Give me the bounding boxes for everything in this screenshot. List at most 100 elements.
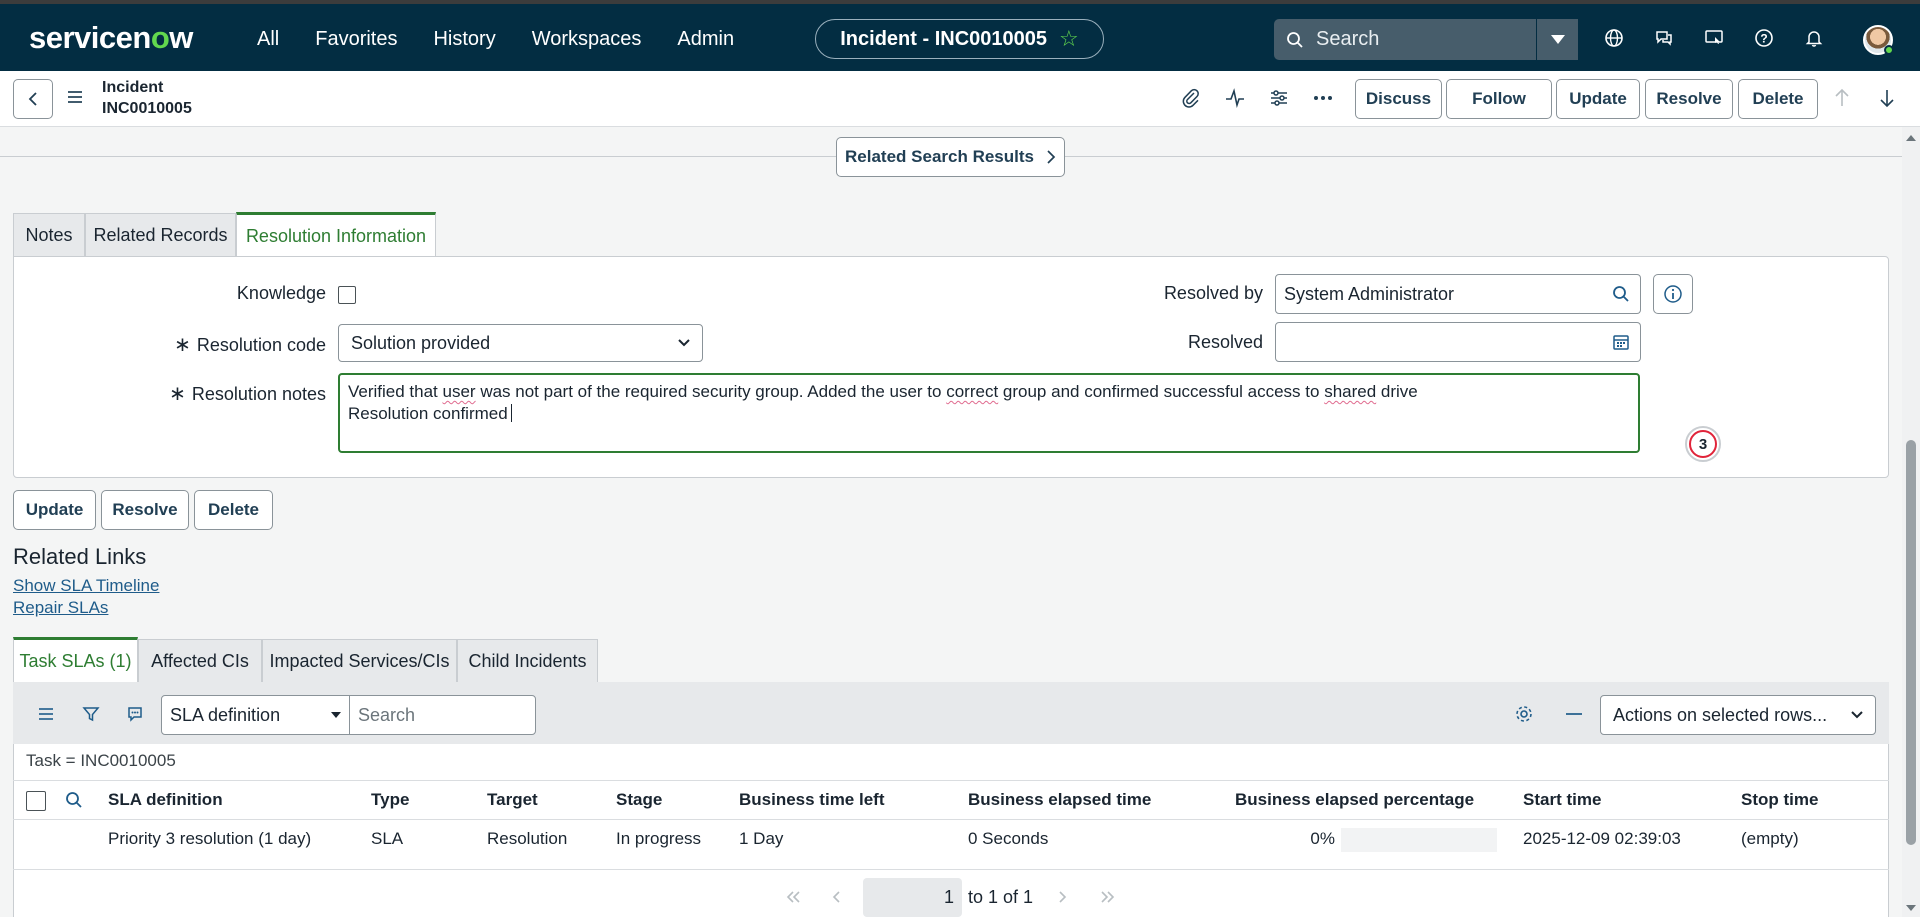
column-header-stage[interactable]: Stage (616, 790, 662, 810)
tab-resolution-information[interactable]: Resolution Information (236, 212, 436, 257)
nav-admin[interactable]: Admin (677, 28, 734, 51)
resolved-by-lookup-button[interactable] (1601, 274, 1641, 314)
column-header-sla-definition[interactable]: SLA definition (108, 790, 223, 810)
screen-share-icon[interactable] (1703, 27, 1725, 49)
column-search-icon[interactable] (65, 791, 83, 814)
table-cell-start-time: 2025-12-09 02:39:03 (1523, 829, 1681, 848)
update-button[interactable]: Update (13, 490, 96, 530)
resolved-calendar-button[interactable] (1601, 322, 1641, 362)
more-options-icon[interactable] (1312, 87, 1334, 109)
notes-misspelled-word: correct (946, 382, 999, 401)
collapse-list-icon[interactable] (1563, 703, 1585, 725)
text-cursor (510, 404, 512, 422)
back-button[interactable] (13, 79, 53, 119)
list-menu-icon[interactable] (35, 703, 57, 725)
actions-on-selected-rows-select[interactable]: Actions on selected rows... (1600, 695, 1876, 735)
nav-workspaces[interactable]: Workspaces (532, 28, 642, 51)
resolution-notes-label: ∗ Resolution notes (110, 381, 326, 406)
notes-text: was not part of the required security gr… (475, 382, 947, 401)
help-icon[interactable]: ? (1753, 27, 1775, 49)
delete-button[interactable]: Delete (194, 490, 273, 530)
filter-icon[interactable] (80, 703, 102, 725)
record-icons (1180, 87, 1334, 109)
presence-indicator (1884, 45, 1894, 55)
globe-icon[interactable] (1603, 27, 1625, 49)
resolution-notes-textarea[interactable]: Verified that user was not part of the r… (338, 373, 1640, 453)
row-divider (13, 869, 1889, 870)
scrollbar-thumb[interactable] (1906, 440, 1916, 845)
servicenow-logo[interactable]: servicenow (29, 20, 193, 56)
show-sla-timeline-link[interactable]: Show SLA Timeline (13, 576, 159, 596)
resolved-by-input[interactable]: System Administrator (1275, 274, 1602, 314)
tab-task-slas[interactable]: Task SLAs (1) (13, 637, 138, 682)
update-button-top[interactable]: Update (1556, 79, 1640, 119)
bell-icon[interactable] (1803, 27, 1825, 49)
tab-notes[interactable]: Notes (13, 213, 85, 256)
scroll-up-icon[interactable] (1902, 131, 1920, 145)
repair-slas-link[interactable]: Repair SLAs (13, 598, 108, 618)
nav-favorites[interactable]: Favorites (315, 28, 397, 51)
tab-affected-cis[interactable]: Affected CIs (138, 639, 262, 682)
resolved-datetime-input[interactable] (1275, 322, 1602, 362)
table-cell-target: Resolution (487, 829, 568, 848)
discuss-button[interactable]: Discuss (1355, 79, 1442, 119)
resolve-button[interactable]: Resolve (101, 490, 189, 530)
list-search-input[interactable]: Search (349, 695, 536, 735)
gear-icon[interactable] (1513, 703, 1535, 725)
column-header-business-elapsed-time[interactable]: Business elapsed time (968, 790, 1151, 810)
column-header-stop-time[interactable]: Stop time (1741, 790, 1818, 810)
follow-button[interactable]: Follow (1446, 79, 1552, 119)
resolution-code-select[interactable]: Solution provided (338, 324, 703, 362)
notification-count-badge[interactable]: 3 (1685, 426, 1721, 462)
paperclip-icon[interactable] (1180, 87, 1202, 109)
global-search-input[interactable]: Search (1274, 19, 1578, 60)
star-icon[interactable]: ☆ (1059, 26, 1079, 52)
required-marker: ∗ (174, 334, 191, 356)
resolution-notes-line-1: Verified that user was not part of the r… (348, 381, 1630, 403)
first-page-icon[interactable] (784, 890, 804, 917)
list-comment-icon[interactable] (124, 703, 146, 725)
column-header-type[interactable]: Type (371, 790, 409, 810)
column-header-target[interactable]: Target (487, 790, 538, 810)
previous-record-icon[interactable] (1832, 87, 1852, 114)
search-scope-dropdown[interactable] (1536, 19, 1578, 60)
next-record-icon[interactable] (1877, 87, 1897, 114)
next-page-icon[interactable] (1056, 890, 1068, 917)
settings-sliders-icon[interactable] (1268, 87, 1290, 109)
context-title-pill[interactable]: Incident - INC0010005 ☆ (815, 19, 1104, 59)
scroll-down-icon[interactable] (1902, 901, 1920, 915)
tab-impacted-services[interactable]: Impacted Services/CIs (262, 639, 457, 682)
reference-info-button[interactable] (1653, 274, 1693, 314)
resolve-button-top[interactable]: Resolve (1645, 79, 1733, 119)
context-menu-icon[interactable] (66, 88, 84, 111)
search-icon (1612, 286, 1629, 302)
notes-text: drive (1376, 382, 1418, 401)
tab-related-records[interactable]: Related Records (85, 213, 236, 256)
resolution-code-label-text: Resolution code (196, 335, 326, 355)
knowledge-checkbox[interactable] (338, 286, 356, 304)
column-header-start-time[interactable]: Start time (1523, 790, 1601, 810)
delete-button-top[interactable]: Delete (1738, 79, 1818, 119)
chat-icon[interactable] (1653, 27, 1675, 49)
table-cell-business-elapsed-percentage: 0% (1310, 829, 1335, 848)
resolution-code-value: Solution provided (351, 332, 491, 353)
notes-text: group and confirmed successful access to (998, 382, 1325, 401)
last-page-icon[interactable] (1097, 890, 1117, 917)
column-header-business-time-left[interactable]: Business time left (739, 790, 885, 810)
nav-all[interactable]: All (257, 28, 279, 51)
resolution-notes-label-text: Resolution notes (191, 384, 326, 404)
list-breadcrumb[interactable]: Task = INC0010005 (26, 751, 176, 771)
search-field-select[interactable]: SLA definition (161, 695, 350, 735)
related-search-results-button[interactable]: Related Search Results (836, 137, 1065, 177)
header-icons: ? (1603, 27, 1825, 49)
nav-history[interactable]: History (433, 28, 495, 51)
record-title: Incident INC0010005 (102, 77, 192, 119)
activity-icon[interactable] (1224, 87, 1246, 109)
resolution-notes-line-2: Resolution confirmed (348, 403, 1630, 425)
tab-child-incidents[interactable]: Child Incidents (457, 639, 598, 682)
select-all-checkbox[interactable] (26, 791, 46, 811)
page-number-input[interactable]: 1 (863, 878, 962, 917)
column-header-business-elapsed-percentage[interactable]: Business elapsed percentage (1235, 790, 1474, 810)
table-cell-sla-definition[interactable]: Priority 3 resolution (1 day) (108, 829, 311, 849)
previous-page-icon[interactable] (831, 890, 843, 917)
